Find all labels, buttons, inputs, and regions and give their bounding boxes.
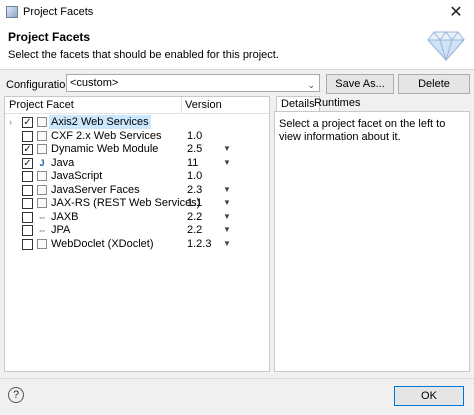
chevron-down-icon: ⌄ — [307, 80, 315, 90]
configuration-label: Configuration: — [6, 79, 75, 91]
column-separator[interactable] — [181, 97, 182, 113]
facet-version[interactable]: 2.5 — [187, 142, 202, 156]
facet-name: JAX-RS (REST Web Services) — [51, 197, 201, 209]
facet-checkbox[interactable]: ✓ — [22, 144, 33, 155]
details-body: Select a project facet on the left to vi… — [274, 111, 470, 372]
table-row[interactable]: › ✓ Axis2 Web Services — [5, 115, 269, 129]
facet-name: JavaScript — [51, 170, 103, 182]
link-icon: ⇔ — [37, 211, 47, 222]
diamond-icon — [426, 31, 466, 62]
facet-checkbox[interactable]: ✓ — [22, 117, 33, 128]
facet-checkbox[interactable] — [22, 198, 33, 209]
help-icon[interactable]: ? — [8, 387, 24, 403]
version-dropdown-icon[interactable]: ▼ — [223, 183, 231, 197]
facet-table: Project Facet Version › ✓ Axis2 Web Servic… — [4, 96, 270, 372]
page-icon — [37, 144, 47, 154]
facet-version[interactable]: 1.0 — [187, 169, 202, 183]
close-icon[interactable]: ✕ — [438, 0, 474, 24]
facet-version[interactable]: 2.3 — [187, 183, 202, 197]
link-icon: ⇔ — [37, 225, 47, 235]
facet-checkbox[interactable] — [22, 184, 33, 196]
window-title: Project Facets — [23, 6, 94, 18]
page-icon — [37, 184, 47, 195]
page-icon — [37, 171, 47, 181]
expand-icon[interactable]: › — [9, 115, 12, 129]
facet-checkbox[interactable]: ✓ — [22, 157, 33, 169]
facet-name: JAXB — [51, 210, 79, 223]
table-row[interactable]: JavaServer Faces 2.3 ▼ — [5, 183, 269, 197]
facet-checkbox[interactable] — [22, 130, 33, 142]
dialog-header: Project Facets Select the facets that sh… — [0, 24, 474, 70]
table-row[interactable]: ⇔ JPA 2.2 ▼ — [5, 223, 269, 237]
configuration-value: <custom> — [70, 77, 119, 89]
facet-version[interactable]: 1.2.3 — [187, 237, 211, 251]
table-row[interactable]: JavaScript 1.0 — [5, 169, 269, 183]
tab-runtimes[interactable]: Runtimes — [310, 96, 364, 112]
details-panel: Details Runtimes Select a project facet … — [274, 96, 470, 372]
column-header-facet[interactable]: Project Facet — [9, 97, 74, 113]
column-header-version[interactable]: Version — [185, 97, 222, 113]
facet-name: CXF 2.x Web Services — [51, 129, 162, 142]
version-dropdown-icon[interactable]: ▼ — [223, 237, 231, 251]
table-row[interactable]: ⇔ JAXB 2.2 ▼ — [5, 210, 269, 224]
facet-version[interactable]: 1.0 — [187, 129, 202, 143]
java-icon: J — [39, 157, 45, 168]
facet-version[interactable]: 2.2 — [187, 223, 202, 237]
header-divider — [5, 113, 269, 114]
version-dropdown-icon[interactable]: ▼ — [223, 196, 231, 210]
page-icon — [37, 130, 47, 141]
ok-button[interactable]: OK — [394, 386, 464, 406]
version-dropdown-icon[interactable]: ▼ — [223, 210, 231, 224]
version-dropdown-icon[interactable]: ▼ — [223, 223, 231, 237]
facet-version[interactable]: 1.1 — [187, 196, 202, 210]
facet-name: Java — [51, 156, 75, 169]
facet-checkbox[interactable] — [22, 238, 33, 250]
page-icon — [37, 117, 47, 127]
facet-name: Dynamic Web Module — [51, 143, 159, 155]
page-icon — [37, 238, 47, 249]
save-as-button[interactable]: Save As... — [326, 74, 394, 94]
facet-name: JavaServer Faces — [51, 183, 140, 196]
facet-checkbox[interactable] — [22, 225, 33, 236]
page-icon — [37, 198, 47, 208]
table-row[interactable]: CXF 2.x Web Services 1.0 — [5, 129, 269, 143]
table-row[interactable]: JAX-RS (REST Web Services) 1.1 ▼ — [5, 196, 269, 210]
facet-version[interactable]: 2.2 — [187, 210, 202, 224]
facet-version[interactable]: 11 — [187, 156, 198, 170]
table-row[interactable]: WebDoclet (XDoclet) 1.2.3 ▼ — [5, 237, 269, 251]
delete-button[interactable]: Delete — [398, 74, 470, 94]
facet-name: Axis2 Web Services — [49, 115, 151, 129]
facet-name: JPA — [51, 224, 71, 236]
version-dropdown-icon[interactable]: ▼ — [223, 142, 231, 156]
title-bar: Project Facets ✕ — [0, 0, 474, 24]
page-title: Project Facets — [8, 30, 91, 44]
footer-divider — [0, 378, 474, 379]
page-description: Select the facets that should be enabled… — [8, 49, 279, 61]
version-dropdown-icon[interactable]: ▼ — [223, 156, 231, 170]
table-row[interactable]: ✓ Dynamic Web Module 2.5 ▼ — [5, 142, 269, 156]
app-icon — [6, 6, 18, 18]
configuration-select[interactable]: <custom> ⌄ — [66, 74, 320, 92]
facet-name: WebDoclet (XDoclet) — [51, 237, 154, 250]
facet-checkbox[interactable] — [22, 171, 33, 182]
facet-checkbox[interactable] — [22, 211, 33, 223]
table-row[interactable]: ✓ J Java 11 ▼ — [5, 156, 269, 170]
